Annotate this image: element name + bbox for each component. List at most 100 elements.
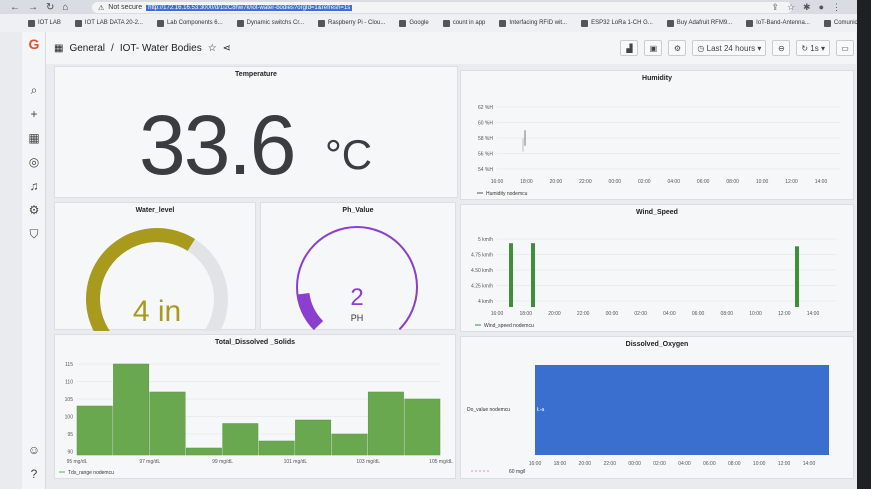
point-label: Ł-a	[537, 407, 544, 413]
x-tick-label: 10:00	[749, 311, 762, 317]
y-tick-label: 95	[67, 432, 73, 438]
x-tick-label: 12:00	[785, 179, 798, 185]
y-tick-label: 54 %H	[478, 167, 493, 173]
y-tick-label: 105	[65, 397, 74, 403]
legend-label: Wind_speed nodemcu	[484, 323, 534, 329]
avatar[interactable]: ☺	[26, 442, 42, 458]
dashboards-grid-icon: ▦	[54, 42, 64, 54]
profile-icon[interactable]: ●	[819, 2, 824, 13]
x-tick-label: 18:00	[520, 179, 533, 185]
reload-icon[interactable]: ↻	[46, 2, 54, 13]
bookmark-item[interactable]: Raspberry Pi - Clou...	[317, 19, 386, 27]
bookmark-favicon-icon	[74, 19, 82, 27]
shield-icon[interactable]: ⛉	[26, 226, 42, 242]
breadcrumb-section[interactable]: General	[69, 43, 105, 54]
gear-icon[interactable]: ⚙	[26, 202, 42, 218]
y-tick-label: 58 %H	[478, 136, 493, 142]
address-bar[interactable]: ⚠ Not secure http://172.16.16.53:3000/d/…	[92, 2, 792, 13]
x-tick-label: 02:00	[653, 461, 666, 467]
gauge-fill	[297, 292, 324, 330]
x-tick-label: 101 mg/dL	[284, 459, 308, 465]
browser-toolbar: ← → ↻ ⌂ ⚠ Not secure http://172.16.16.53…	[0, 0, 871, 14]
bookmark-item[interactable]: IoT-Band-Antenna...	[746, 19, 810, 27]
y-tick-label: 90	[67, 450, 73, 456]
save-icon: ▣	[649, 43, 658, 53]
page-title[interactable]: IOT- Water Bodies	[120, 43, 202, 54]
x-tick-label: 04:00	[667, 179, 680, 185]
bookmark-item[interactable]: Buy Adafruit RFM9...	[666, 19, 732, 27]
url-text[interactable]: http://172.16.16.53:3000/d/1i2C8hw7k/iot…	[146, 4, 353, 11]
dashboards-icon[interactable]: ▦	[26, 130, 42, 146]
zoom-out-button[interactable]: ⊖	[772, 40, 791, 56]
tds-bar	[113, 363, 150, 456]
y-tick-label: 4 km/h	[478, 299, 493, 305]
x-tick-label: 12:00	[778, 461, 791, 467]
explore-icon[interactable]: ◎	[26, 154, 42, 170]
y-tick-label: 5 km/h	[478, 237, 493, 243]
alert-bell-icon[interactable]: ♫	[26, 178, 42, 194]
y-tick-label: 4.50 km/h	[471, 268, 493, 274]
x-tick-label: 99 mg/dL	[212, 459, 233, 465]
x-tick-label: 06:00	[697, 179, 710, 185]
water-level-gauge: 4 in	[86, 228, 228, 331]
bookmark-label: Dynamic switchs Cr...	[246, 20, 304, 26]
back-icon[interactable]: ←	[10, 2, 20, 13]
settings-button[interactable]: ⚙	[668, 40, 687, 56]
bookmark-favicon-icon	[236, 19, 244, 27]
dashboard-toolbar: ▟ ▣ ⚙ ◷ Last 24 hours ▾ ⊖ ↻ 1s ▾ ▭	[620, 40, 854, 56]
wind-bar	[509, 243, 513, 307]
bookmark-item[interactable]: IOT LAB	[28, 19, 61, 27]
wind-bar	[531, 243, 535, 307]
browser-actions: ⇪ ☆ ✱ ● ⋮	[771, 2, 841, 13]
grafana-logo-icon[interactable]: G	[26, 36, 42, 52]
bookmark-favicon-icon	[666, 19, 674, 27]
x-tick-label: 08:00	[728, 461, 741, 467]
x-tick-label: 14:00	[807, 311, 820, 317]
x-tick-label: 16:00	[529, 461, 542, 467]
home-icon[interactable]: ⌂	[62, 2, 68, 13]
series-label: Do_value nodemcu	[467, 407, 510, 413]
refresh-button[interactable]: ↻ 1s ▾	[796, 40, 830, 56]
search-icon[interactable]: ⌕	[26, 82, 42, 98]
extensions-icon[interactable]: ✱	[803, 2, 811, 13]
bookmark-item[interactable]: Interfacing RFID wit...	[499, 19, 568, 27]
bookmark-label: Interfacing RFID wit...	[509, 20, 568, 26]
y-tick-label: 100	[65, 415, 74, 421]
time-picker-button[interactable]: ◷ Last 24 hours ▾	[692, 40, 767, 56]
gauge-unit: PH	[351, 313, 364, 323]
humidity-chart: 62 %H 60 %H 58 %H 56 %H 54 %H 16:00 18:00 20:00…	[477, 105, 841, 197]
bookmark-item[interactable]: Dynamic switchs Cr...	[236, 19, 304, 27]
chevron-down-icon: ▾	[755, 43, 762, 53]
add-panel-button[interactable]: ▟	[620, 40, 639, 56]
bookmark-item[interactable]: Google	[399, 19, 429, 27]
favorite-star-icon[interactable]: ☆	[208, 43, 217, 54]
x-tick-label: 22:00	[577, 311, 590, 317]
panel-humidity: Humidity 62 %H 60 %H 58 %H 56 %H 54 %H 16:00 1…	[460, 70, 854, 200]
forward-icon[interactable]: →	[28, 2, 38, 13]
menu-icon[interactable]: ⋮	[832, 2, 841, 13]
monitor-icon: ▭	[841, 43, 849, 53]
bookmark-favicon-icon	[823, 19, 831, 27]
bookmark-favicon-icon	[581, 19, 589, 27]
zoom-out-icon: ⊖	[778, 43, 785, 53]
tds-bar	[185, 447, 222, 456]
x-tick-label: 16:00	[491, 311, 504, 317]
x-tick-label: 10:00	[753, 461, 766, 467]
tds-bar	[404, 398, 441, 456]
bookmark-label: IOT LAB	[38, 20, 61, 26]
share-icon[interactable]: ⇪	[771, 2, 779, 13]
bookmark-label: Raspberry Pi - Clou...	[327, 20, 386, 26]
plus-icon[interactable]: +	[26, 106, 42, 122]
share-dashboard-icon[interactable]: ⋖	[223, 43, 231, 54]
star-icon[interactable]: ☆	[787, 2, 795, 13]
x-tick-label: 14:00	[803, 461, 816, 467]
help-icon[interactable]: ?	[26, 466, 42, 482]
tv-mode-button[interactable]: ▭	[836, 40, 854, 56]
tds-bar	[76, 405, 113, 456]
bookmark-item[interactable]: Lab Components 6...	[156, 19, 223, 27]
x-tick-label: 22:00	[579, 179, 592, 185]
bookmark-item[interactable]: count in app	[442, 19, 485, 27]
save-dashboard-button[interactable]: ▣	[644, 40, 663, 56]
bookmark-item[interactable]: IOT LAB DATA 20-2...	[74, 19, 143, 27]
bookmark-item[interactable]: ESP32 LoRa 1-CH G...	[581, 19, 653, 27]
